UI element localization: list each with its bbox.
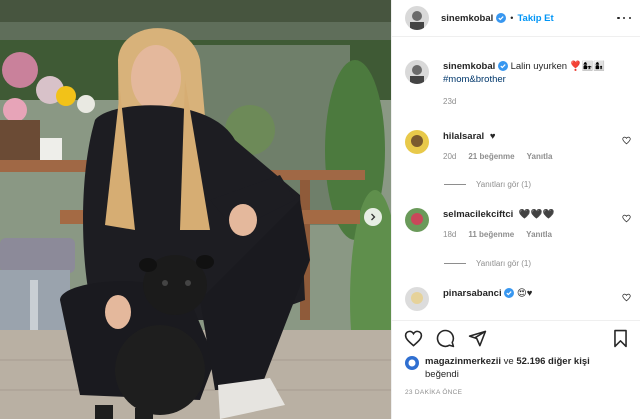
caption-text: Lalin uyurken ❣️👩‍👧👩‍👦 — [510, 61, 606, 72]
comment-like-icon[interactable] — [622, 136, 631, 145]
view-replies-label[interactable]: Yanıtları gör (1) — [476, 259, 531, 268]
post-author-username[interactable]: sinemkobal — [441, 13, 493, 24]
comment-text: 😍♥ — [516, 288, 533, 299]
comment-text: ♥ — [489, 131, 496, 142]
caption-username[interactable]: sinemkobal — [443, 61, 495, 72]
comment-time[interactable]: 18d — [443, 228, 456, 241]
post-photo-illustration — [0, 0, 391, 419]
comments-list: sinemkobal Lalin uyurken ❣️👩‍👧👩‍👦 #mom&b… — [392, 38, 640, 320]
comment-body: selmacilekciftci 🖤🖤🖤 18d 11 beğenme Yanı… — [443, 208, 611, 241]
avatar[interactable] — [405, 208, 429, 232]
comment-username[interactable]: hilalsaral — [443, 131, 484, 142]
comment-body: hilalsaral ♥ 20d 21 beğenme Yanıtla — [443, 130, 611, 163]
likes-summary: magazinmerkezii ve 52.196 diğer kişi beğ… — [405, 355, 625, 381]
comment-icon[interactable] — [436, 329, 455, 348]
avatar[interactable] — [405, 287, 429, 311]
comment-likes[interactable]: 21 beğenme — [468, 150, 514, 163]
avatar[interactable] — [405, 130, 429, 154]
likes-text: magazinmerkezii ve 52.196 diğer kişi beğ… — [425, 355, 625, 381]
avatar[interactable] — [405, 356, 419, 370]
separator-dot: • — [510, 13, 514, 23]
comment-username[interactable]: selmacilekciftci — [443, 209, 513, 220]
caption-meta: 23d — [443, 95, 611, 108]
comment-username[interactable]: pinarsabanci — [443, 288, 502, 299]
verified-badge-icon — [496, 13, 507, 23]
view-replies-button[interactable]: Yanıtları gör (1) — [444, 259, 531, 268]
comment-body: pinarsabanci 😍♥ — [443, 287, 611, 300]
caption-time[interactable]: 23d — [443, 95, 456, 108]
replies-line — [444, 184, 466, 185]
follow-button[interactable]: Takip Et — [517, 13, 553, 24]
comment-time[interactable]: 20d — [443, 150, 456, 163]
comment-like-icon[interactable] — [622, 293, 631, 302]
carousel-next-button[interactable] — [364, 208, 382, 226]
heart-icon[interactable] — [404, 329, 423, 348]
instagram-post: sinemkobal • Takip Et sinemkobal Lalin u… — [0, 0, 640, 419]
post-side-panel: sinemkobal • Takip Et sinemkobal Lalin u… — [391, 0, 640, 419]
comment-meta: 20d 21 beğenme Yanıtla — [443, 150, 611, 163]
view-replies-button[interactable]: Yanıtları gör (1) — [444, 180, 531, 189]
bookmark-icon[interactable] — [612, 329, 629, 348]
share-icon[interactable] — [468, 329, 487, 348]
post-photo[interactable] — [0, 0, 391, 419]
reply-button[interactable]: Yanıtla — [526, 228, 552, 241]
action-icons — [404, 329, 487, 348]
verified-badge-icon — [504, 288, 515, 299]
view-replies-label[interactable]: Yanıtları gör (1) — [476, 180, 531, 189]
avatar[interactable] — [405, 60, 429, 84]
comment-text: 🖤🖤🖤 — [518, 209, 555, 220]
caption-hashtag[interactable]: #mom&brother — [443, 74, 506, 85]
replies-line — [444, 263, 466, 264]
more-options-icon[interactable] — [617, 12, 631, 24]
likes-connector: ve — [501, 356, 517, 367]
verified-badge-icon — [497, 61, 508, 72]
comment-like-icon[interactable] — [622, 214, 631, 223]
comment-meta: 18d 11 beğenme Yanıtla — [443, 228, 611, 241]
comment-likes[interactable]: 11 beğenme — [468, 228, 514, 241]
likes-suffix: beğendi — [425, 369, 459, 380]
likes-others[interactable]: 52.196 diğer kişi — [516, 356, 589, 367]
post-header: sinemkobal • Takip Et — [392, 0, 640, 37]
post-timestamp[interactable]: 23 DAKİKA ÖNCE — [405, 389, 462, 396]
post-actions: magazinmerkezii ve 52.196 diğer kişi beğ… — [392, 320, 640, 419]
chevron-right-icon — [371, 213, 376, 221]
reply-button[interactable]: Yanıtla — [527, 150, 553, 163]
caption-body: sinemkobal Lalin uyurken ❣️👩‍👧👩‍👦 #mom&b… — [443, 60, 611, 108]
liker-username[interactable]: magazinmerkezii — [425, 356, 501, 367]
avatar[interactable] — [405, 6, 429, 30]
